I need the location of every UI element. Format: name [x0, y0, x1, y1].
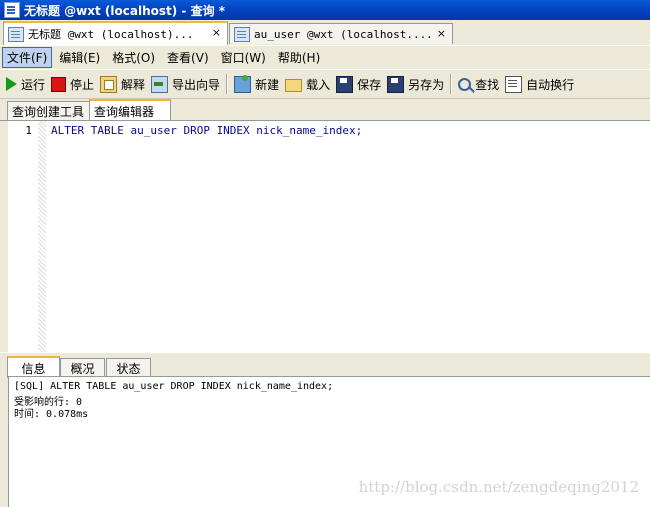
explain-icon: [100, 75, 118, 93]
play-icon: [6, 77, 17, 91]
doc-tab-au-user[interactable]: au_user @wxt (localhost.... ×: [229, 23, 453, 44]
doc-tab-label: 无标题 @wxt (localhost)...: [28, 28, 194, 41]
app-icon: [4, 2, 20, 18]
query-icon: [8, 26, 24, 42]
save-label: 保存: [357, 77, 382, 92]
message-time: 时间: 0.078ms: [14, 409, 89, 420]
stop-label: 停止: [70, 77, 95, 92]
run-label: 运行: [21, 77, 46, 92]
window-title: 无标题 @wxt (localhost) - 查询 *: [24, 3, 226, 18]
word-wrap-icon: [505, 75, 523, 93]
find-label: 查找: [475, 77, 500, 92]
menu-edit[interactable]: 编辑(E): [54, 47, 105, 68]
explain-button[interactable]: 解释: [100, 75, 146, 93]
toolbar-separator: [226, 74, 229, 94]
export-wizard-label: 导出向导: [172, 77, 221, 92]
run-button[interactable]: 运行: [6, 76, 45, 93]
save-as-icon: [387, 75, 405, 93]
line-number-gutter: 1: [8, 121, 38, 353]
menu-help[interactable]: 帮助(H): [273, 47, 325, 68]
message-sql: [SQL] ALTER TABLE au_user DROP INDEX nic…: [14, 381, 334, 392]
menu-window[interactable]: 窗口(W): [216, 47, 271, 68]
menu-file[interactable]: 文件(F): [2, 46, 53, 68]
line-number: 1: [25, 124, 32, 137]
sql-editor[interactable]: 1 ALTER TABLE au_user DROP INDEX nick_na…: [0, 120, 650, 353]
save-button[interactable]: 保存: [336, 75, 382, 93]
close-icon[interactable]: ×: [437, 27, 446, 40]
message-pane[interactable]: [SQL] ALTER TABLE au_user DROP INDEX nic…: [8, 376, 650, 507]
menu-bar: 文件(F) 编辑(E) 格式(O) 查看(V) 窗口(W) 帮助(H): [0, 45, 650, 68]
search-icon: [458, 77, 472, 91]
tab-overview[interactable]: 概况: [60, 358, 105, 377]
load-button[interactable]: 载入: [285, 76, 330, 93]
toolbar: 运行 停止 解释 导出向导 新建 载入 保存 另存为 查找 自动换行: [0, 69, 650, 99]
folder-icon: [285, 79, 303, 92]
watermark: http://blog.csdn.net/zengdeqing2012: [358, 478, 639, 496]
export-icon: [151, 75, 169, 93]
find-button[interactable]: 查找: [458, 76, 499, 93]
result-tabs: 信息 概况 状态: [0, 352, 650, 378]
doc-tab-untitled[interactable]: 无标题 @wxt (localhost)... ×: [3, 21, 228, 45]
tab-query-builder[interactable]: 查询创建工具: [7, 101, 95, 120]
load-label: 载入: [306, 77, 331, 92]
menu-format[interactable]: 格式(O): [107, 47, 160, 68]
explain-label: 解释: [121, 77, 146, 92]
menu-view[interactable]: 查看(V): [162, 47, 214, 68]
close-icon[interactable]: ×: [212, 26, 221, 39]
stop-icon: [51, 76, 67, 92]
query-mode-tabs: 查询创建工具 查询编辑器: [0, 99, 650, 121]
save-icon: [336, 75, 354, 93]
tab-info[interactable]: 信息: [7, 356, 60, 378]
new-query-icon: [234, 74, 252, 93]
export-wizard-button[interactable]: 导出向导: [151, 75, 221, 93]
sql-code-line[interactable]: ALTER TABLE au_user DROP INDEX nick_name…: [51, 124, 362, 137]
stop-button[interactable]: 停止: [51, 76, 94, 93]
query-icon: [234, 26, 250, 42]
word-wrap-label: 自动换行: [526, 77, 575, 92]
toolbar-separator: [450, 74, 453, 94]
doc-tab-label: au_user @wxt (localhost....: [254, 27, 433, 41]
new-label: 新建: [255, 77, 280, 92]
tab-status[interactable]: 状态: [106, 358, 151, 377]
document-tabs: 无标题 @wxt (localhost)... × au_user @wxt (…: [0, 21, 650, 45]
save-as-button[interactable]: 另存为: [387, 75, 445, 93]
tab-query-editor[interactable]: 查询编辑器: [89, 99, 171, 121]
title-bar[interactable]: 无标题 @wxt (localhost) - 查询 *: [0, 0, 650, 20]
save-as-label: 另存为: [408, 77, 445, 92]
word-wrap-button[interactable]: 自动换行: [505, 75, 575, 93]
new-button[interactable]: 新建: [234, 74, 280, 93]
fold-margin: [38, 121, 46, 353]
